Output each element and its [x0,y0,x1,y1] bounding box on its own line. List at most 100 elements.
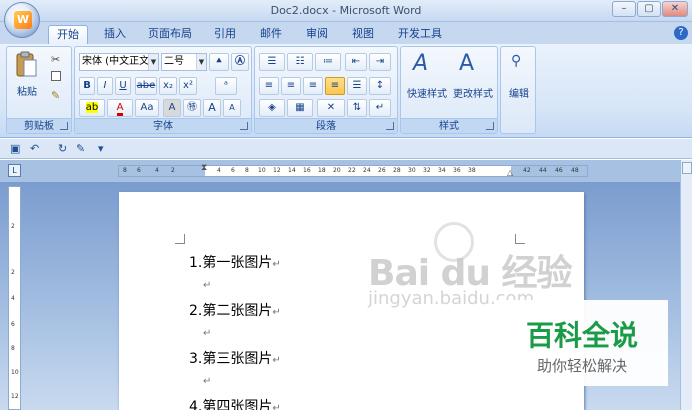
font-size-combo[interactable]: 二号 ▼ [161,53,207,71]
paragraph-mark: ↵ [272,355,281,366]
cut-icon[interactable]: ✂ [51,53,60,66]
borders-button[interactable]: ▦ [287,99,313,117]
tab-view[interactable]: 视图 [344,25,382,44]
ruler-tick: 18 [318,167,326,174]
restore-button[interactable]: ▢ [637,1,661,17]
overlay-subtitle: 助你轻松解决 [536,357,627,375]
editing-label[interactable]: 编辑 [501,85,537,100]
change-styles-label[interactable]: 更改样式 [449,85,497,100]
tab-home[interactable]: 开始 [48,25,88,44]
change-case-button[interactable]: Aa [135,99,159,117]
ruler-tick: 28 [393,167,401,174]
help-icon[interactable]: ? [674,26,688,40]
shading-button[interactable]: ◈ [259,99,285,117]
undo-icon[interactable]: ↶ [30,141,39,156]
chinese-layout-icon: ✕ [326,102,336,113]
line-spacing-button[interactable]: ↕ [369,77,391,95]
quick-styles-icon[interactable]: A [413,51,428,76]
change-styles-icon[interactable]: A [459,51,474,76]
tab-review[interactable]: 审阅 [298,25,336,44]
save-icon[interactable]: ▣ [10,141,20,156]
horizontal-ruler[interactable]: 8 6 4 2 4 6 8 10 12 14 16 18 20 22 24 26… [118,163,588,177]
ruler-tick: 4 [217,167,221,174]
ruler-tick: 2 [171,167,175,174]
distributed-button[interactable]: ☰ [347,77,367,95]
sort-icon: ⇅ [352,102,362,113]
italic-button[interactable]: I [97,77,113,95]
highlight-button[interactable]: ab [79,99,105,117]
numbering-button[interactable]: ☷ [287,53,313,71]
decrease-indent-button[interactable]: ⇤ [345,53,367,71]
tab-references[interactable]: 引用 [206,25,244,44]
multilevel-list-icon: ≔ [323,56,333,67]
bold-button[interactable]: B [79,77,95,95]
format-painter-qat-icon[interactable]: ✎ [76,141,85,156]
justify-button[interactable]: ≡ [325,77,345,95]
align-right-button[interactable]: ≡ [303,77,323,95]
right-indent-icon[interactable]: △ [507,168,513,177]
paragraph-group: ☰ ☷ ≔ ⇤ ⇥ ≡ ≡ ≡ ≡ ☰ ↕ ◈ ▦ ✕ ⇅ ↵ 段落 [254,46,398,134]
tab-selector-icon[interactable]: L [8,164,21,177]
sort-button[interactable]: ⇅ [347,99,367,117]
styles-launcher-icon[interactable] [486,122,494,130]
list-item[interactable]: 2.第二张图片↵ [189,300,281,320]
tab-developer[interactable]: 开发工具 [390,25,450,44]
increase-indent-button[interactable]: ⇥ [369,53,391,71]
paste-icon[interactable] [15,51,37,79]
paste-button-label[interactable]: 粘贴 [11,83,43,98]
office-button[interactable]: W [4,2,40,38]
font-group: 宋体 (中文正文 ▼ 二号 ▼ ⯅ Ⓐ B I U abe x₂ x² ᵃ ab… [74,46,252,134]
list-item-text: 3.第三张图片 [189,351,273,367]
char-shading-button[interactable]: A [163,99,181,117]
indent-marker-icon[interactable]: ⧗ [201,163,207,173]
font-color-icon: A [116,102,124,116]
vertical-scrollbar[interactable] [680,160,692,410]
underline-button[interactable]: U [115,77,131,95]
chinese-layout-button[interactable]: ✕ [317,99,345,117]
clear-format-button[interactable]: Ⓐ [231,53,249,71]
grow-font-button[interactable]: ⯅ [209,53,229,71]
align-left-button[interactable]: ≡ [259,77,279,95]
font-color-button[interactable]: A [107,99,133,117]
ruler-tick: 46 [555,167,563,174]
format-painter-icon[interactable]: ✎ [51,89,60,102]
close-button[interactable]: ✕ [662,1,688,17]
paragraph-mark: ↵ [272,403,281,410]
show-marks-button[interactable]: ↵ [369,99,391,117]
copy-icon[interactable] [51,71,61,81]
phonetic-guide-button[interactable]: ᵃ [215,77,237,95]
font-group-label: 字体 [75,118,251,133]
enclose-char-button[interactable]: ㊕ [183,99,201,117]
strikethrough-button[interactable]: abe [135,77,157,95]
bullets-button[interactable]: ☰ [259,53,285,71]
ruler-tick: 24 [363,167,371,174]
tab-page-layout[interactable]: 页面布局 [140,25,200,44]
redo-icon[interactable]: ↻ [58,141,67,156]
ruler-tick: 12 [273,167,281,174]
multilevel-list-button[interactable]: ≔ [315,53,341,71]
customize-qat-icon[interactable]: ▾ [98,141,104,156]
phonetic-guide-icon: ᵃ [224,80,228,91]
clipboard-launcher-icon[interactable] [60,122,68,130]
quick-styles-label[interactable]: 快速样式 [403,85,451,100]
left-margin-area [119,166,205,176]
list-item[interactable]: 1.第一张图片↵ [189,252,281,272]
list-item[interactable]: 4.第四张图片↵ [189,396,281,410]
font-name-combo[interactable]: 宋体 (中文正文 ▼ [79,53,159,71]
paragraph-launcher-icon[interactable] [386,122,394,130]
superscript-button[interactable]: x² [179,77,197,95]
list-item[interactable]: 3.第三张图片↵ [189,348,281,368]
binoculars-icon[interactable]: ⚲ [511,53,521,69]
tab-mailings[interactable]: 邮件 [252,25,290,44]
subscript-button[interactable]: x₂ [159,77,177,95]
vertical-ruler[interactable]: 2 2 4 6 8 10 12 [8,186,21,410]
minimize-button[interactable]: – [612,1,636,17]
tab-insert[interactable]: 插入 [96,25,134,44]
font-launcher-icon[interactable] [240,122,248,130]
ruler-tick: 6 [231,167,235,174]
clipboard-group: 粘贴 ✂ ✎ 剪贴板 [6,46,72,134]
align-center-button[interactable]: ≡ [281,77,301,95]
grow-font-size-button[interactable]: A [203,99,221,117]
shrink-font-size-button[interactable]: A [223,99,241,117]
ruler-toggle-icon[interactable] [682,162,692,174]
